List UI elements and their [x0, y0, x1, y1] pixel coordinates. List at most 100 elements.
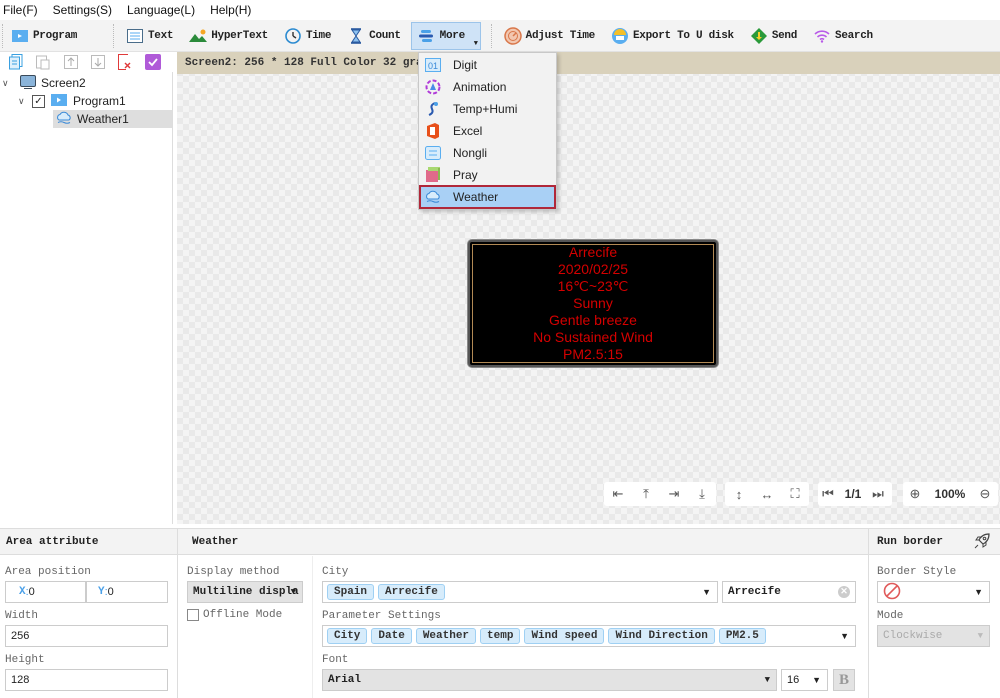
menu-item-nongli[interactable]: Nongli: [421, 142, 554, 164]
caret-down-icon: ▼: [764, 675, 770, 685]
zoom-out-icon[interactable]: ⊖: [973, 482, 997, 506]
toolbar-separator: [113, 23, 114, 48]
city-select[interactable]: Spain Arrecife ▼: [322, 581, 718, 603]
align-left-icon[interactable]: ⇤: [604, 482, 632, 506]
led-line-wind-direction: No Sustained Wind: [533, 329, 653, 345]
caret-down-icon: ▼: [290, 587, 296, 597]
svg-text:01: 01: [428, 61, 438, 71]
more-label: More: [439, 29, 466, 42]
stretch-horizontal-icon[interactable]: ↔: [753, 482, 781, 506]
pray-icon: [425, 167, 441, 183]
digit-icon: 01: [425, 57, 441, 73]
align-controls: ⇤ ⤒ ⇥ ⤓: [604, 482, 716, 506]
menu-item-temp-humi[interactable]: Temp+Humi: [421, 98, 554, 120]
menu-item-weather[interactable]: Weather: [419, 185, 556, 209]
caret-down-icon: ▼: [702, 587, 711, 597]
menu-language[interactable]: Language(L): [127, 3, 195, 17]
mode-value: Clockwise: [883, 630, 943, 642]
align-bottom-icon[interactable]: ⤓: [688, 482, 716, 506]
y-position-field[interactable]: Y: 0: [86, 581, 168, 603]
menu-item-label: Excel: [453, 124, 483, 138]
checkbox[interactable]: [187, 609, 199, 621]
menu-item-label: Pray: [453, 168, 478, 182]
mode-select[interactable]: Clockwise ▼: [877, 625, 990, 647]
select-all-icon[interactable]: [145, 54, 162, 70]
tree-item-weather[interactable]: Weather1: [53, 110, 172, 128]
zoom-in-icon[interactable]: ⊕: [903, 482, 927, 506]
menu-settings[interactable]: Settings(S): [53, 3, 112, 17]
run-border-title: Run border: [877, 535, 944, 548]
align-top-icon[interactable]: ⤒: [632, 482, 660, 506]
menu-file[interactable]: File(F): [3, 3, 38, 17]
chevron-down-icon[interactable]: ∨: [2, 78, 16, 89]
prev-page-icon[interactable]: ⏮: [818, 482, 838, 506]
time-button[interactable]: Time: [278, 22, 337, 50]
param-tag[interactable]: Wind speed: [524, 628, 605, 644]
font-size-select[interactable]: 16 ▼: [781, 669, 828, 691]
led-line-date: 2020/02/25: [557, 261, 629, 277]
width-field[interactable]: 256: [5, 625, 168, 647]
screen-status: Screen2: 256 * 128 Full Color 32 graylev…: [177, 52, 1000, 74]
param-tag[interactable]: PM2.5: [718, 628, 766, 644]
param-tag[interactable]: Wind Direction: [608, 628, 715, 644]
city-tag[interactable]: Spain: [327, 584, 375, 600]
text-button[interactable]: Text: [120, 22, 179, 50]
count-button[interactable]: Count: [341, 22, 407, 50]
fullscreen-icon[interactable]: ⛶: [781, 482, 809, 506]
chevron-down-icon[interactable]: ∨: [18, 96, 32, 107]
delete-icon[interactable]: [118, 54, 133, 70]
move-down-icon[interactable]: [90, 54, 105, 70]
city-tag[interactable]: Arrecife: [378, 584, 445, 600]
copy-icon[interactable]: [8, 54, 23, 70]
menu-item-excel[interactable]: Excel: [421, 120, 554, 142]
adjust-time-button[interactable]: Adjust Time: [498, 22, 601, 50]
send-icon: [750, 27, 768, 45]
export-udisk-button[interactable]: Export To U disk: [605, 22, 740, 50]
tree-item-screen[interactable]: ∨ Screen2: [2, 74, 172, 92]
height-field[interactable]: 128: [5, 669, 168, 691]
city-search-input[interactable]: Arrecife ✕: [722, 581, 856, 603]
bold-button[interactable]: B: [833, 669, 855, 691]
checkbox[interactable]: ✓: [32, 94, 45, 108]
paste-icon[interactable]: [35, 54, 50, 70]
param-tag[interactable]: City: [327, 628, 368, 644]
clear-icon[interactable]: ✕: [838, 586, 850, 598]
stretch-vertical-icon[interactable]: ↕: [725, 482, 753, 506]
param-tag[interactable]: Date: [371, 628, 412, 644]
page-controls: ⏮ 1/1 ⏭: [818, 482, 892, 506]
param-tag[interactable]: Weather: [415, 628, 477, 644]
rocket-icon[interactable]: [974, 533, 990, 553]
parameter-select[interactable]: City Date Weather temp Wind speed Wind D…: [322, 625, 856, 647]
size-controls: ↕ ↔ ⛶: [725, 482, 809, 506]
param-tag[interactable]: temp: [480, 628, 521, 644]
menu-item-pray[interactable]: Pray: [421, 164, 554, 186]
menu-help[interactable]: Help(H): [210, 3, 251, 17]
y-value: 0: [107, 586, 114, 598]
wifi-icon: [813, 27, 831, 45]
menu-item-digit[interactable]: 01 Digit: [421, 54, 554, 76]
align-right-icon[interactable]: ⇥: [660, 482, 688, 506]
x-position-field[interactable]: X: 0: [5, 581, 86, 603]
tree-item-program[interactable]: ∨ ✓ Program1: [18, 92, 172, 110]
font-select[interactable]: Arial ▼: [322, 669, 777, 691]
hypertext-button[interactable]: HyperText: [183, 22, 274, 50]
more-button[interactable]: More ▼: [410, 21, 481, 50]
x-value: 0: [28, 586, 35, 598]
menu-item-label: Nongli: [453, 146, 488, 160]
program-button[interactable]: Program: [5, 22, 103, 50]
led-line-pm25: PM2.5:15: [563, 346, 623, 362]
send-button[interactable]: Send: [744, 22, 803, 50]
gauge-icon: [503, 26, 522, 45]
search-button[interactable]: Search: [807, 22, 879, 50]
display-method-select[interactable]: Multiline displa ▼: [187, 581, 303, 603]
led-preview[interactable]: Arrecife 2020/02/25 16℃~23℃ Sunny Gentle…: [468, 240, 718, 367]
menu-item-animation[interactable]: Animation: [421, 76, 554, 98]
move-up-icon[interactable]: [63, 54, 78, 70]
offline-mode-checkbox[interactable]: Offline Mode: [187, 609, 282, 621]
run-border-header: Run border: [869, 529, 1000, 555]
border-style-select[interactable]: ▼: [877, 581, 990, 603]
caret-down-icon: ▼: [977, 631, 983, 641]
tree-label: Screen2: [41, 76, 86, 90]
menu-item-label: Animation: [453, 80, 507, 94]
next-page-icon[interactable]: ⏭: [868, 482, 888, 506]
